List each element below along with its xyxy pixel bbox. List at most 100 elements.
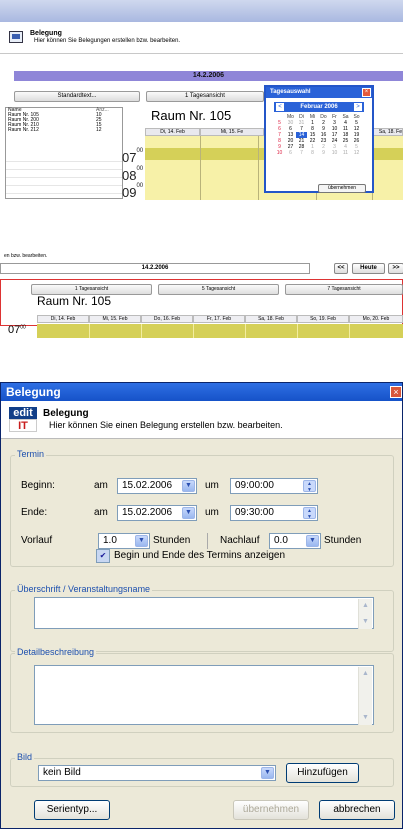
scrollbar[interactable]: ▲ ▼: [358, 599, 372, 629]
column-divider: [200, 136, 201, 200]
hour-label: 0900: [122, 183, 144, 200]
close-icon[interactable]: ×: [390, 386, 402, 398]
week-number: 10: [276, 150, 283, 156]
show-begin-end-checkbox[interactable]: ✔: [96, 549, 110, 563]
room-list[interactable]: Name Anz... Raum Nr. 105 10 Raum Nr. 200 25…: [5, 107, 123, 199]
end-label: Ende:: [21, 507, 48, 518]
list-item[interactable]: Raum Nr. 212 12: [6, 128, 122, 133]
hour-label: 0800: [122, 166, 144, 183]
nachlauf-select[interactable]: 0.0 ▼: [269, 533, 321, 549]
termin-legend: Termin: [15, 449, 47, 459]
calendar-day[interactable]: 8: [307, 150, 318, 156]
calendar-screenshot-2: en bzw. bearbeiten. 14.2.2006 << Heute >…: [0, 238, 403, 378]
top-bar: [0, 0, 403, 22]
add-image-button[interactable]: Hinzufügen: [286, 763, 359, 783]
detail-textarea[interactable]: ▲ ▼: [34, 665, 374, 725]
chevron-down-icon[interactable]: ▼: [306, 535, 319, 547]
divider: [207, 533, 208, 549]
room-title: Raum Nr. 105: [37, 294, 112, 308]
popup-title: Tagesauswahl: [266, 87, 372, 98]
date-picker-popup: Tagesauswahl × Februar 2006 < > Mo Di Mi Do…: [264, 85, 374, 193]
header-subtitle-partial: en bzw. bearbeiten.: [4, 253, 48, 259]
prev-day-button[interactable]: <<: [334, 263, 348, 274]
nachlauf-label: Nachlauf: [220, 535, 260, 546]
hour-label: 0700: [8, 324, 26, 336]
serientyp-button[interactable]: Serientyp...: [34, 800, 110, 820]
begin-time-field[interactable]: 09:00:00 ▲ ▼: [230, 478, 318, 494]
header-subtitle: Hier können Sie Belegungen erstellen bzw…: [34, 38, 181, 44]
day-header: Sa, 18. Fe: [372, 128, 403, 136]
dialog-header: edit IT Belegung Hier können Sie einen B…: [1, 401, 402, 439]
column-divider: [258, 136, 259, 200]
close-icon[interactable]: ×: [362, 88, 371, 97]
column-divider: [349, 324, 350, 338]
view-5-day-button[interactable]: 5 Tagesansicht: [158, 284, 279, 295]
calendar-week-row: 10 6 7 8 9 10 11 12: [274, 150, 364, 156]
end-time-field[interactable]: 09:30:00 ▲ ▼: [230, 505, 318, 521]
calendar-day[interactable]: 11: [340, 150, 351, 156]
day-header: Mo, 20. Feb: [349, 315, 403, 323]
view-7-day-button[interactable]: 7 Tagesansicht: [285, 284, 403, 295]
belegung-dialog: Belegung × edit IT Belegung Hier können …: [0, 382, 403, 829]
hour-label: 0700: [122, 148, 144, 165]
header-subtitle: Hier können Sie einen Belegung erstellen…: [49, 420, 283, 430]
apply-button[interactable]: übernehmen: [233, 800, 309, 820]
chevron-down-icon[interactable]: ▼: [261, 767, 274, 779]
today-button[interactable]: Heute: [352, 263, 385, 274]
calendar-grid: Mo Di Mi Do Fr Sa So 5 30 31 1 2 3 4 5 6 6 7 8 9 10 11 12 7 13 1…: [274, 114, 364, 156]
show-begin-end-label: Begin und Ende des Termins anzeigen: [114, 550, 286, 561]
title-textarea[interactable]: ▲ ▼: [34, 597, 374, 629]
day-header: Mi, 15. Fe: [200, 128, 264, 136]
cancel-button[interactable]: abbrechen: [319, 800, 395, 820]
calendar-day[interactable]: 9: [318, 150, 329, 156]
spinner-icon[interactable]: ▲ ▼: [303, 480, 316, 493]
calendar-day[interactable]: 6: [285, 150, 296, 156]
begin-label: Beginn:: [21, 480, 55, 491]
date-field: 14.2.2006: [0, 263, 310, 274]
am-label: am: [94, 507, 108, 518]
list-grid: [6, 154, 122, 198]
app-icon: [9, 31, 23, 43]
vorlauf-label: Vorlauf: [21, 535, 53, 546]
standardtext-button[interactable]: Standardtext...: [14, 91, 140, 102]
tagesansicht-button[interactable]: 1 Tagesansicht: [146, 91, 264, 102]
bild-select[interactable]: kein Bild ▼: [38, 765, 276, 781]
calendar-month: Februar 2006: [274, 102, 364, 112]
dialog-title: Belegung: [1, 383, 402, 401]
calendar-day[interactable]: 10: [329, 150, 340, 156]
scrollbar[interactable]: ▲ ▼: [358, 667, 372, 725]
um-label: um: [205, 507, 219, 518]
day-header: Sa, 18. Feb: [245, 315, 297, 323]
vorlauf-select[interactable]: 1.0 ▼: [98, 533, 150, 549]
column-divider: [297, 324, 298, 338]
spinner-icon[interactable]: ▲ ▼: [303, 507, 316, 520]
column-divider: [89, 324, 90, 338]
stunden-label: Stunden: [153, 535, 191, 546]
chevron-down-icon[interactable]: ▼: [182, 480, 195, 492]
next-month-icon[interactable]: >: [354, 103, 362, 111]
calendar: Februar 2006 < > Mo Di Mi Do Fr Sa So 5 30 31 1 2 3…: [274, 102, 364, 164]
day-header: Di, 14. Feb: [37, 315, 89, 323]
title-legend: Überschrift / Veranstaltungsname: [15, 584, 153, 594]
next-day-button[interactable]: >>: [388, 263, 403, 274]
day-header: Mi, 15. Feb: [89, 315, 141, 323]
stunden-label: Stunden: [324, 535, 362, 546]
uebernehmen-button[interactable]: übernehmen: [318, 184, 366, 193]
calendar-day[interactable]: 7: [296, 150, 307, 156]
day-header: So, 19. Feb: [297, 315, 349, 323]
prev-month-icon[interactable]: <: [276, 103, 284, 111]
day-header: Fr, 17. Feb: [193, 315, 245, 323]
detail-legend: Detailbeschreibung: [15, 647, 97, 657]
room-title: Raum Nr. 105: [151, 108, 232, 123]
um-label: um: [205, 480, 219, 491]
calendar-screenshot-1: Belegung Hier können Sie Belegungen erst…: [0, 0, 403, 200]
chevron-down-icon[interactable]: ▼: [135, 535, 148, 547]
editit-logo: edit IT: [9, 407, 37, 433]
day-header: Di, 14. Feb: [145, 128, 200, 136]
end-date-field[interactable]: 15.02.2006 ▼: [117, 505, 197, 521]
chevron-down-icon[interactable]: ▼: [182, 507, 195, 519]
column-divider: [141, 324, 142, 338]
begin-date-field[interactable]: 15.02.2006 ▼: [117, 478, 197, 494]
calendar-day[interactable]: 12: [351, 150, 362, 156]
header-title: Belegung: [43, 408, 89, 419]
